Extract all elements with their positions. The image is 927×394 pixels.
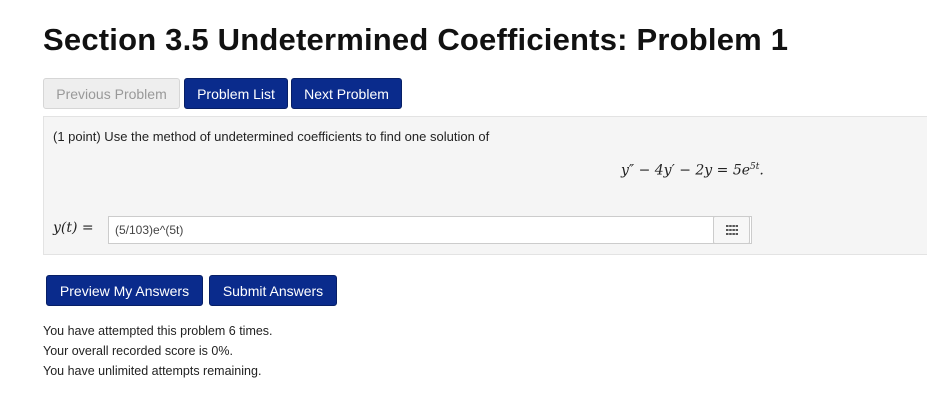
problem-box: (1 point) Use the method of undetermined…	[43, 116, 927, 255]
previous-problem-button[interactable]: Previous Problem	[43, 78, 180, 109]
keypad-button[interactable]	[713, 216, 750, 244]
differential-equation: y″ − 4y′ − 2y = 5e5t.	[621, 162, 764, 179]
attempts-text: You have attempted this problem 6 times.	[43, 324, 273, 338]
preview-answers-button[interactable]: Preview My Answers	[46, 275, 203, 306]
problem-intro: (1 point) Use the method of undetermined…	[53, 129, 490, 144]
page-title: Section 3.5 Undetermined Coefficients: P…	[43, 22, 789, 57]
remaining-text: You have unlimited attempts remaining.	[43, 364, 262, 378]
keypad-grid-icon	[725, 225, 738, 235]
next-problem-button[interactable]: Next Problem	[291, 78, 402, 109]
problem-list-button[interactable]: Problem List	[184, 78, 288, 109]
answer-label: y(t) =	[53, 220, 94, 236]
submit-answers-button[interactable]: Submit Answers	[209, 275, 337, 306]
equation-exponent: 5t	[750, 162, 760, 172]
equation-lhs: y″ − 4y′ − 2y = 5e	[621, 162, 751, 179]
attempt-status: You have attempted this problem 6 times.…	[43, 321, 273, 381]
answer-input[interactable]	[108, 216, 752, 244]
score-text: Your overall recorded score is 0%.	[43, 344, 233, 358]
equation-period: .	[759, 162, 764, 179]
